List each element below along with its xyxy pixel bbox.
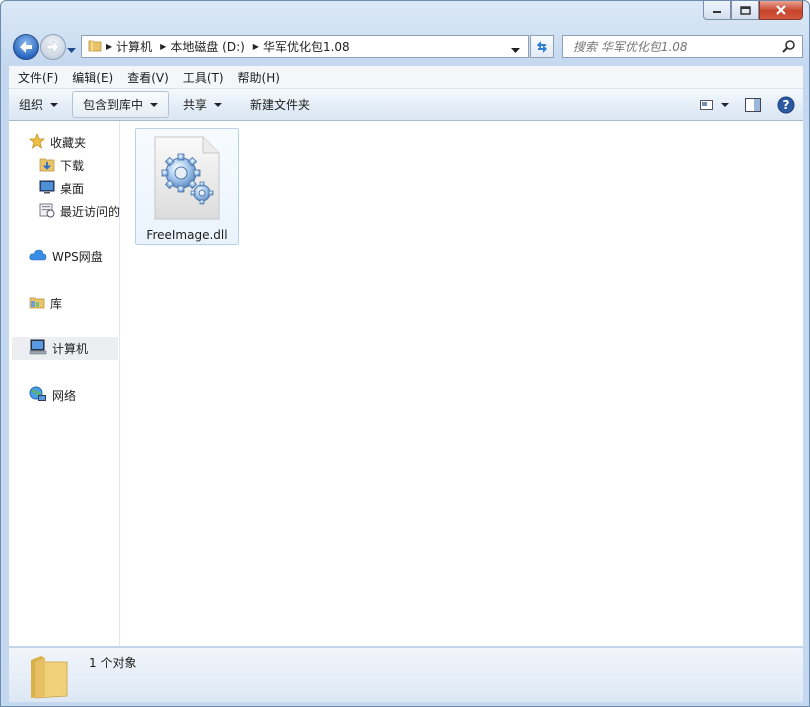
back-button[interactable] [13, 34, 39, 60]
toolbar-right: ? [692, 89, 803, 120]
menu-edit[interactable]: 编辑(E) [67, 69, 118, 86]
share-label: 共享 [183, 98, 208, 112]
address-bar[interactable]: ▶ 计算机 ▶ 本地磁盘 (D:) ▶ 华军优化包1.08 [81, 35, 529, 58]
nav-desktop[interactable]: 桌面 [39, 179, 84, 198]
organize-label: 组织 [19, 98, 44, 112]
nav-favorites-label: 收藏夹 [50, 136, 87, 150]
svg-text:?: ? [783, 98, 790, 112]
nav-wps-label: WPS网盘 [52, 250, 103, 264]
chevron-right-icon[interactable]: ▶ [253, 42, 259, 51]
nav-library[interactable]: 库 [29, 294, 62, 313]
new-folder-button[interactable]: 新建文件夹 [240, 92, 320, 117]
refresh-button[interactable] [530, 35, 554, 58]
minimize-icon [712, 6, 722, 14]
chevron-right-icon[interactable]: ▶ [160, 42, 166, 51]
folder-icon [88, 38, 102, 55]
nav-desktop-label: 桌面 [60, 182, 85, 196]
maximize-button[interactable] [731, 1, 759, 20]
nav-computer-label: 计算机 [52, 342, 89, 356]
caret-down-icon [721, 102, 729, 107]
include-in-library-button[interactable]: 包含到库中 [72, 91, 170, 118]
cloud-icon [29, 248, 47, 265]
change-view-button[interactable] [700, 99, 729, 111]
network-icon [29, 386, 47, 405]
address-row: ▶ 计算机 ▶ 本地磁盘 (D:) ▶ 华军优化包1.08 [9, 34, 803, 60]
close-icon [775, 5, 787, 15]
nav-network-label: 网络 [52, 389, 77, 403]
preview-pane-icon [745, 97, 761, 112]
details-pane: 1 个对象 [9, 647, 803, 702]
share-button[interactable]: 共享 [173, 92, 232, 117]
menu-help[interactable]: 帮助(H) [233, 69, 285, 86]
chevron-down-icon [67, 48, 76, 53]
caret-down-icon [50, 102, 59, 107]
nav-recent-label: 最近访问的 [60, 205, 121, 219]
help-icon: ? [777, 96, 795, 113]
search-input[interactable] [571, 38, 775, 55]
chevron-down-icon [511, 48, 520, 53]
caption-buttons [703, 1, 803, 20]
chevron-right-icon[interactable]: ▶ [106, 42, 112, 51]
recent-places-icon [39, 202, 55, 221]
forward-button[interactable] [40, 34, 66, 60]
menu-tools[interactable]: 工具(T) [178, 69, 229, 86]
forward-arrow-icon [46, 40, 60, 54]
nav-network[interactable]: 网络 [29, 386, 76, 405]
item-count: 1 个对象 [89, 656, 137, 670]
file-list-area[interactable]: FreeImage.dll [120, 121, 803, 646]
breadcrumb-current-folder[interactable]: 华军优化包1.08 [263, 38, 350, 55]
refresh-icon [537, 40, 547, 53]
command-bar: 组织 包含到库中 共享 新建文件夹 ? [9, 89, 803, 121]
nav-library-label: 库 [50, 297, 63, 311]
nav-computer[interactable]: 计算机 [12, 337, 118, 360]
nav-favorites[interactable]: 收藏夹 [29, 133, 86, 152]
breadcrumb-computer[interactable]: 计算机 [116, 38, 152, 55]
close-button[interactable] [759, 1, 803, 20]
back-arrow-icon [20, 41, 32, 53]
menu-bar: 文件(F) 编辑(E) 查看(V) 工具(T) 帮助(H) [9, 66, 803, 89]
navigation-pane: 收藏夹 下载 桌面 最近访问的 WPS网盘 库 计算机 网络 [9, 121, 120, 646]
organize-button[interactable]: 组织 [9, 92, 68, 117]
search-box[interactable] [562, 35, 803, 58]
library-icon [29, 294, 45, 313]
new-folder-label: 新建文件夹 [250, 98, 311, 112]
computer-icon [29, 339, 47, 358]
downloads-folder-icon [39, 156, 55, 175]
view-icon [700, 99, 713, 110]
include-in-library-label: 包含到库中 [83, 98, 144, 112]
explorer-window: ▶ 计算机 ▶ 本地磁盘 (D:) ▶ 华军优化包1.08 文件(F) 编辑(E… [0, 0, 810, 707]
recent-pages-dropdown[interactable] [67, 43, 76, 57]
maximize-icon [739, 5, 751, 15]
nav-recent[interactable]: 最近访问的 [39, 202, 120, 221]
desktop-icon [39, 179, 55, 198]
address-history-dropdown[interactable] [511, 43, 520, 57]
folder-icon [27, 652, 71, 703]
menu-view[interactable]: 查看(V) [122, 69, 174, 86]
caret-down-icon [150, 102, 159, 107]
nav-downloads[interactable]: 下载 [39, 156, 84, 175]
preview-pane-button[interactable] [745, 97, 761, 112]
dll-gear-icon [153, 135, 221, 224]
nav-downloads-label: 下载 [60, 159, 85, 173]
menu-file[interactable]: 文件(F) [13, 69, 63, 86]
file-name: FreeImage.dll [146, 228, 228, 242]
help-button[interactable]: ? [777, 96, 795, 114]
breadcrumb-drive-d[interactable]: 本地磁盘 (D:) [170, 38, 244, 55]
minimize-button[interactable] [703, 1, 731, 20]
file-item[interactable]: FreeImage.dll [135, 128, 239, 245]
star-icon [29, 133, 45, 152]
caret-down-icon [214, 102, 223, 107]
search-icon[interactable] [782, 39, 796, 56]
nav-wps-drive[interactable]: WPS网盘 [29, 248, 103, 265]
